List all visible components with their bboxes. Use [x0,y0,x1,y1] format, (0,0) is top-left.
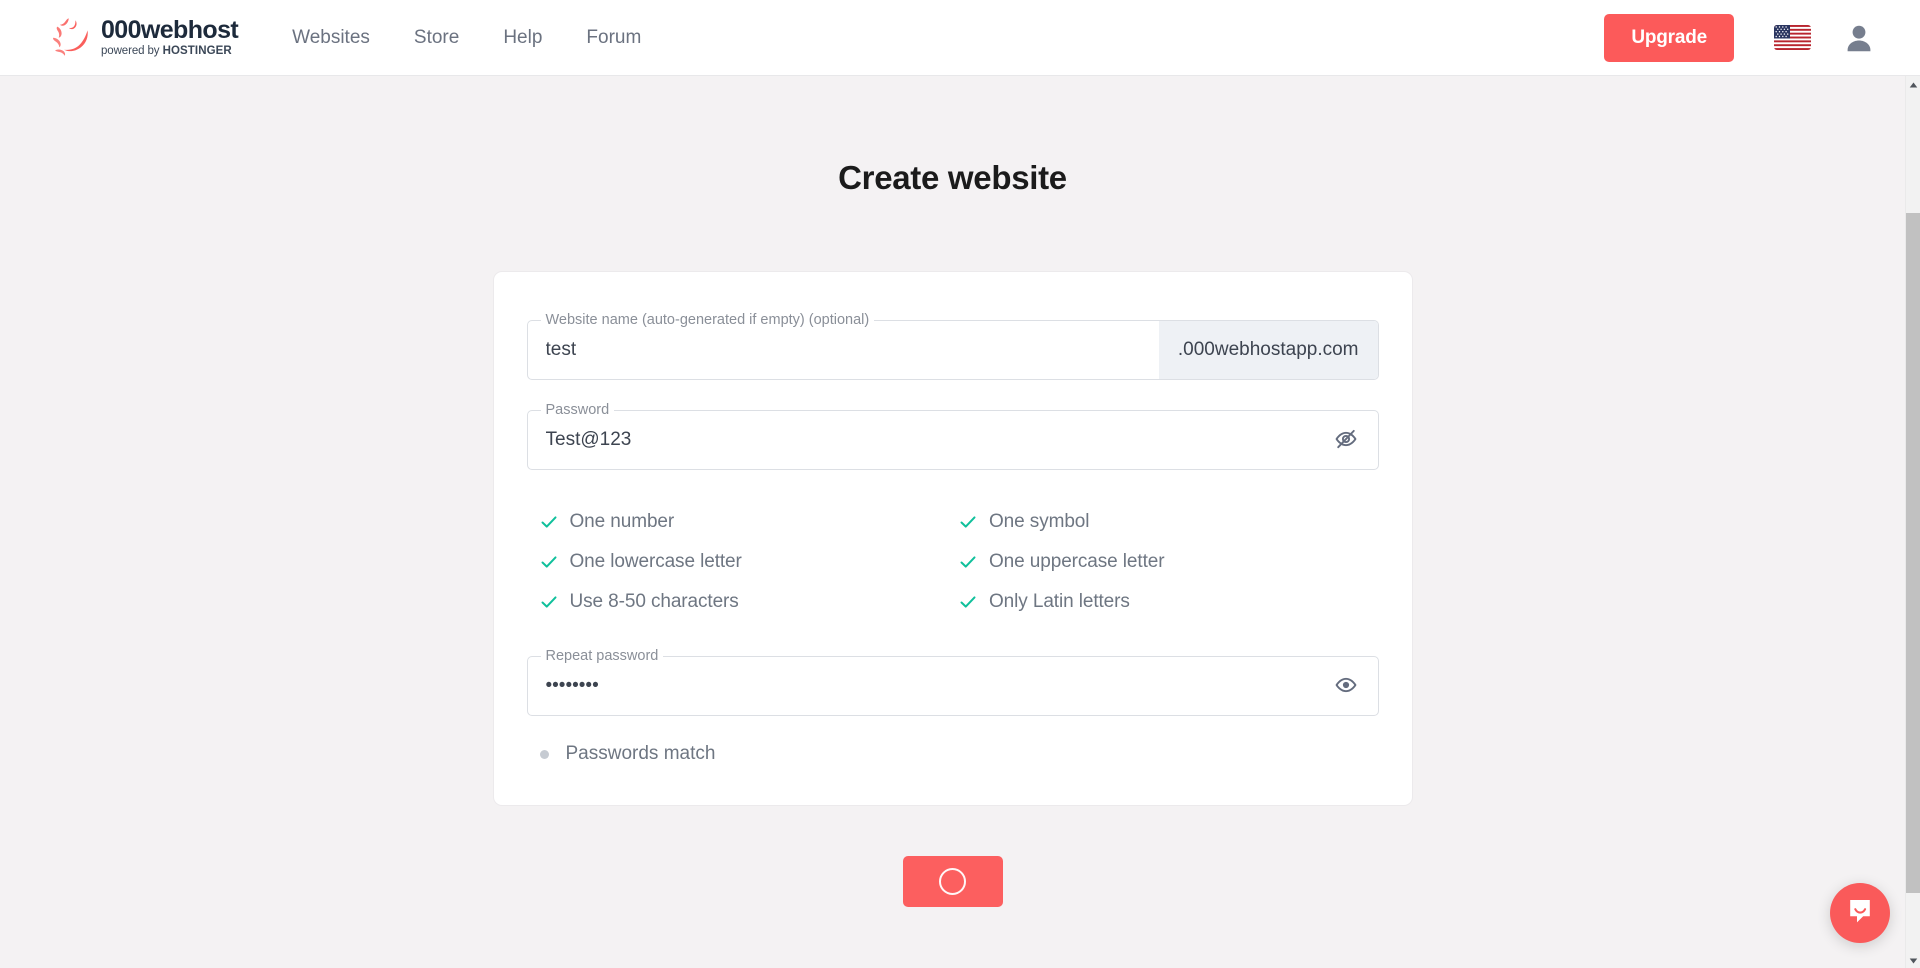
passwords-match-status: Passwords match [540,743,1379,765]
nav-item-help[interactable]: Help [503,27,542,49]
password-visibility-toggle-button[interactable] [1324,411,1378,469]
nav-item-store[interactable]: Store [414,27,459,49]
check-icon [540,513,558,531]
create-website-form-card: Website name (auto-generated if empty) (… [493,271,1413,806]
check-icon [959,593,977,611]
password-label: Password [541,402,615,418]
check-icon [959,513,977,531]
passwords-match-label: Passwords match [566,743,716,765]
scroll-down-button[interactable] [1906,952,1920,968]
repeat-password-input[interactable] [528,657,1324,715]
requirement-label: One uppercase letter [989,551,1164,573]
brand-logo[interactable]: 000webhost powered by HOSTINGER [48,17,238,59]
check-icon [540,593,558,611]
requirement-label: One number [570,511,675,533]
spinner-icon [939,868,966,895]
page-title: Create website [0,159,1905,197]
top-header: 000webhost powered by HOSTINGER Websites… [0,0,1920,76]
repeat-password-visibility-toggle-button[interactable] [1324,657,1378,715]
requirement-label: Use 8-50 characters [570,591,739,613]
user-avatar-icon[interactable] [1846,24,1872,52]
domain-suffix-label: .000webhostapp.com [1159,321,1378,379]
create-website-submit-button[interactable] [903,856,1003,907]
eye-icon [1334,673,1358,700]
requirement-label: One symbol [989,511,1089,533]
brand-tagline: powered by HOSTINGER [101,46,238,58]
header-actions: Upgrade [1604,14,1872,62]
scrollbar-thumb[interactable] [1906,213,1920,893]
upgrade-button[interactable]: Upgrade [1604,14,1734,62]
nav-item-websites[interactable]: Websites [292,27,370,49]
check-icon [959,553,977,571]
requirement-item: One lowercase letter [540,542,960,582]
brand-text: 000webhost powered by HOSTINGER [101,18,238,58]
chat-bubble-smile-icon [1845,896,1875,931]
submit-area [0,856,1905,907]
chat-widget-button[interactable] [1830,883,1890,943]
vertical-scrollbar[interactable] [1905,76,1920,968]
website-name-field[interactable]: Website name (auto-generated if empty) (… [527,320,1379,380]
requirement-item: One uppercase letter [959,542,1379,582]
swirl-comet-logo-icon [48,17,92,59]
website-name-label: Website name (auto-generated if empty) (… [541,312,875,328]
main-navigation: Websites Store Help Forum [292,27,641,49]
requirement-item: One symbol [959,502,1379,542]
nav-item-forum[interactable]: Forum [586,27,641,49]
chevron-up-icon [1909,75,1918,93]
main-content: Create website Website name (auto-genera… [0,76,1905,968]
requirement-item: One number [540,502,960,542]
password-requirements-list: One number One symbol One lowercase lett… [540,502,1379,622]
eye-off-icon [1334,427,1358,454]
requirement-label: Only Latin letters [989,591,1130,613]
brand-name: 000webhost [101,18,238,43]
requirement-item: Use 8-50 characters [540,582,960,622]
chevron-down-icon [1909,951,1918,968]
check-icon [540,553,558,571]
website-name-input[interactable] [528,321,1159,379]
repeat-password-field[interactable]: Repeat password [527,656,1379,716]
requirement-item: Only Latin letters [959,582,1379,622]
password-input[interactable] [528,411,1324,469]
scroll-up-button[interactable] [1906,76,1920,92]
us-flag-icon[interactable] [1774,25,1811,50]
neutral-dot-icon [540,750,549,759]
password-field[interactable]: Password [527,410,1379,470]
requirement-label: One lowercase letter [570,551,742,573]
repeat-password-label: Repeat password [541,648,664,664]
